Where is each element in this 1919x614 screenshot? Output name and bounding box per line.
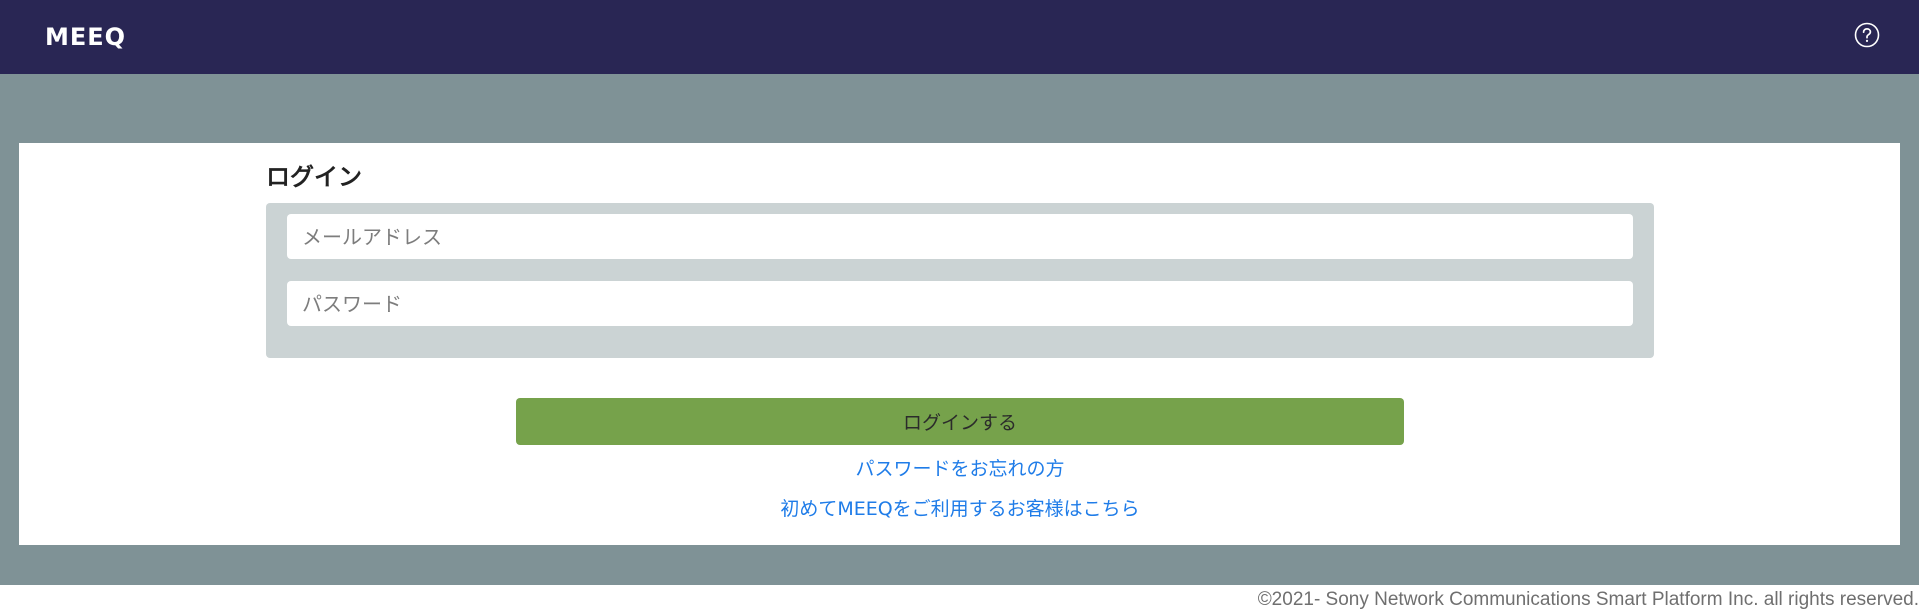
email-field[interactable] <box>287 214 1633 259</box>
signup-link[interactable]: 初めてMEEQをご利用するお客様はこちら <box>516 496 1404 522</box>
meeq-logo[interactable]: MEEQ <box>45 22 126 52</box>
login-button[interactable]: ログインする <box>516 398 1404 445</box>
forgot-password-link[interactable]: パスワードをお忘れの方 <box>516 456 1404 482</box>
help-button[interactable] <box>1854 22 1880 48</box>
question-circle-icon <box>1854 22 1880 48</box>
password-field[interactable] <box>287 281 1633 326</box>
copyright-footer: ©2021- Sony Network Communications Smart… <box>1257 589 1919 610</box>
top-header: MEEQ <box>0 0 1919 74</box>
page-title: ログイン <box>266 163 362 191</box>
